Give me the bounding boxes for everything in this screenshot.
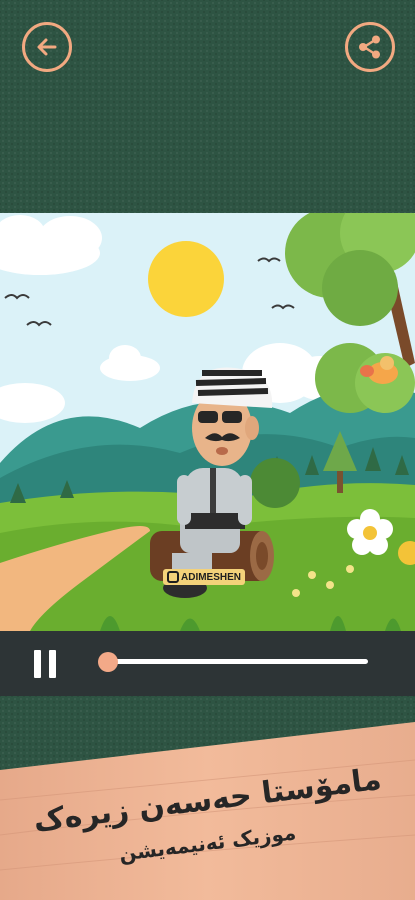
share-button[interactable] [345, 22, 395, 72]
seek-thumb[interactable] [98, 652, 118, 672]
instagram-icon [167, 571, 179, 583]
pause-icon [34, 650, 41, 678]
share-icon [359, 35, 380, 59]
video-frame[interactable]: ADIMESHEN [0, 213, 415, 631]
sun [148, 241, 224, 317]
seek-bar[interactable] [108, 659, 368, 664]
cloud-left [0, 215, 102, 275]
pause-button[interactable] [34, 650, 56, 678]
back-button[interactable] [22, 22, 72, 72]
watermark: ADIMESHEN [163, 569, 246, 585]
back-arrow-icon [37, 38, 57, 56]
watermark-text: ADIMESHEN [181, 571, 242, 583]
